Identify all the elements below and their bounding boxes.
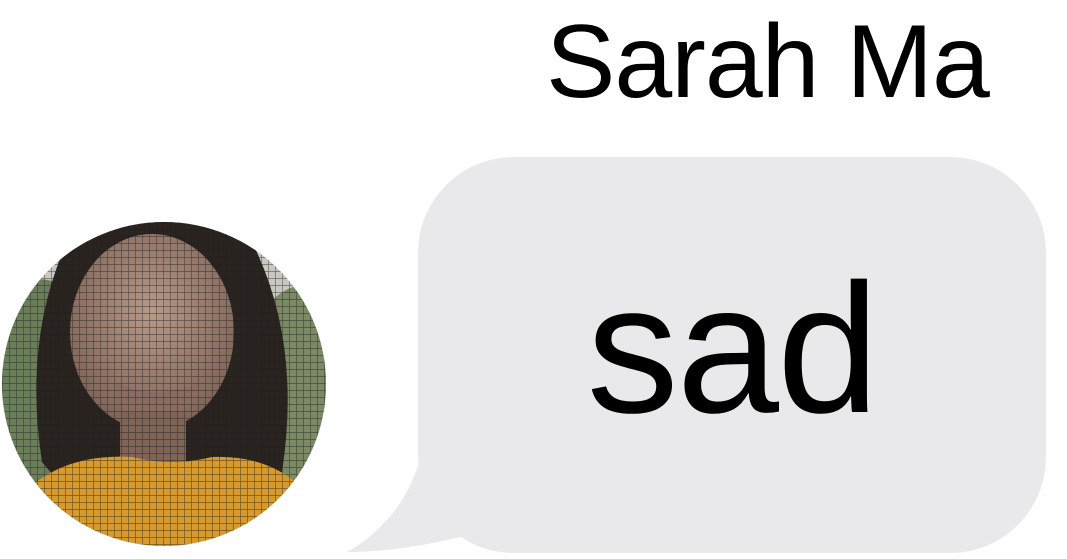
- message-screen: Sarah Ma sad: [0, 0, 1067, 559]
- message-text: sad: [586, 245, 880, 451]
- message-bubble[interactable]: sad: [418, 157, 1046, 553]
